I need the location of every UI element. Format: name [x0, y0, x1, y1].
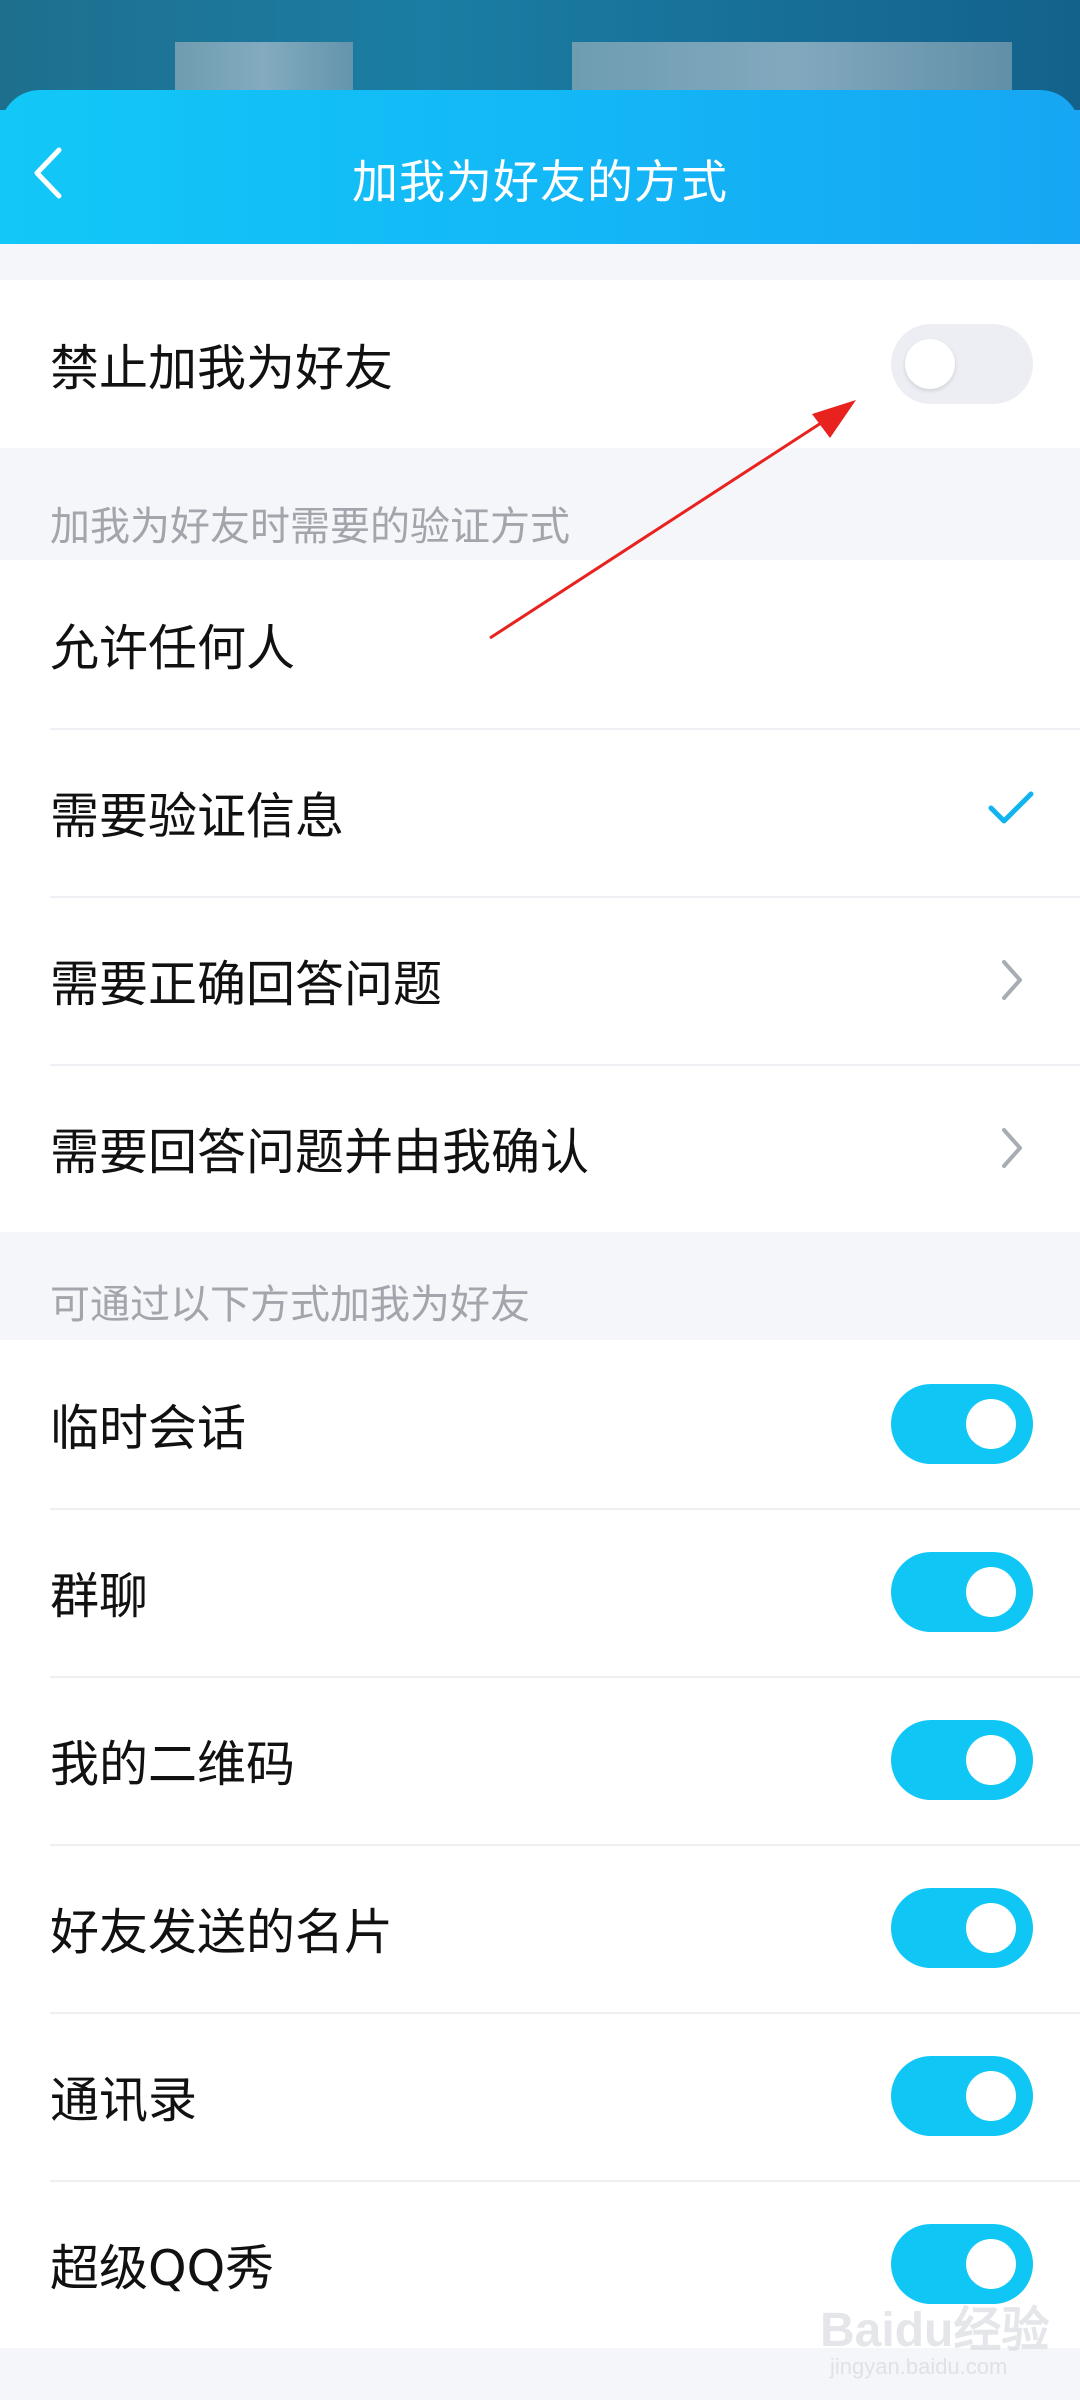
- toggle-knob: [905, 339, 955, 389]
- toggle-knob: [966, 1903, 1016, 1953]
- source-row-group-chat[interactable]: 群聊: [0, 1508, 1080, 1676]
- block-adding-row[interactable]: 禁止加我为好友: [0, 280, 1080, 448]
- status-bar-blurred-right: [572, 42, 1012, 90]
- verification-option-anyone[interactable]: 允许任何人: [0, 560, 1080, 728]
- source-row-qr-code[interactable]: 我的二维码: [0, 1676, 1080, 1844]
- check-icon: [988, 791, 1034, 824]
- watermark: Baidu经验 jingyan.baidu.com: [820, 2290, 1060, 2390]
- status-bar-blurred-left: [175, 42, 353, 90]
- toggle-knob: [966, 1567, 1016, 1617]
- verification-option-label: 需要验证信息: [50, 787, 345, 845]
- block-adding-group: 禁止加我为好友: [0, 280, 1080, 448]
- source-toggle[interactable]: [891, 2056, 1033, 2136]
- source-toggle[interactable]: [891, 1384, 1033, 1464]
- navigation-header: 加我为好友的方式: [0, 90, 1080, 244]
- verification-option-label: 需要正确回答问题: [50, 955, 443, 1013]
- verification-option-question-confirm[interactable]: 需要回答问题并由我确认: [0, 1064, 1080, 1232]
- page-title: 加我为好友的方式: [352, 155, 728, 209]
- toggle-knob: [966, 1735, 1016, 1785]
- toggle-knob: [966, 1399, 1016, 1449]
- sources-group: 临时会话 群聊 我的二维码 好友发送的名片 通讯录 超级QQ秀: [0, 1340, 1080, 2348]
- verification-section-label: 加我为好友时需要的验证方式: [50, 504, 570, 550]
- source-row-temp-chat[interactable]: 临时会话: [0, 1340, 1080, 1508]
- watermark-text: Baidu经验: [820, 2304, 1050, 2357]
- block-adding-toggle[interactable]: [891, 324, 1033, 404]
- source-row-shared-card[interactable]: 好友发送的名片: [0, 1844, 1080, 2012]
- source-toggle[interactable]: [891, 1552, 1033, 1632]
- chevron-right-icon: [1002, 960, 1022, 1000]
- verification-group: 允许任何人 需要验证信息 需要正确回答问题 需要回答问题并由我确认: [0, 560, 1080, 1232]
- verification-option-label: 允许任何人: [50, 619, 296, 677]
- verification-option-label: 需要回答问题并由我确认: [50, 1123, 590, 1181]
- watermark-subtext: jingyan.baidu.com: [830, 2354, 1008, 2379]
- toggle-knob: [966, 2239, 1016, 2289]
- source-toggle[interactable]: [891, 1888, 1033, 1968]
- chevron-right-icon: [1002, 1128, 1022, 1168]
- toggle-knob: [966, 2071, 1016, 2121]
- verification-option-message[interactable]: 需要验证信息: [0, 728, 1080, 896]
- source-row-contacts[interactable]: 通讯录: [0, 2012, 1080, 2180]
- source-toggle[interactable]: [891, 1720, 1033, 1800]
- sources-section-label: 可通过以下方式加我为好友: [50, 1282, 530, 1328]
- verification-option-question[interactable]: 需要正确回答问题: [0, 896, 1080, 1064]
